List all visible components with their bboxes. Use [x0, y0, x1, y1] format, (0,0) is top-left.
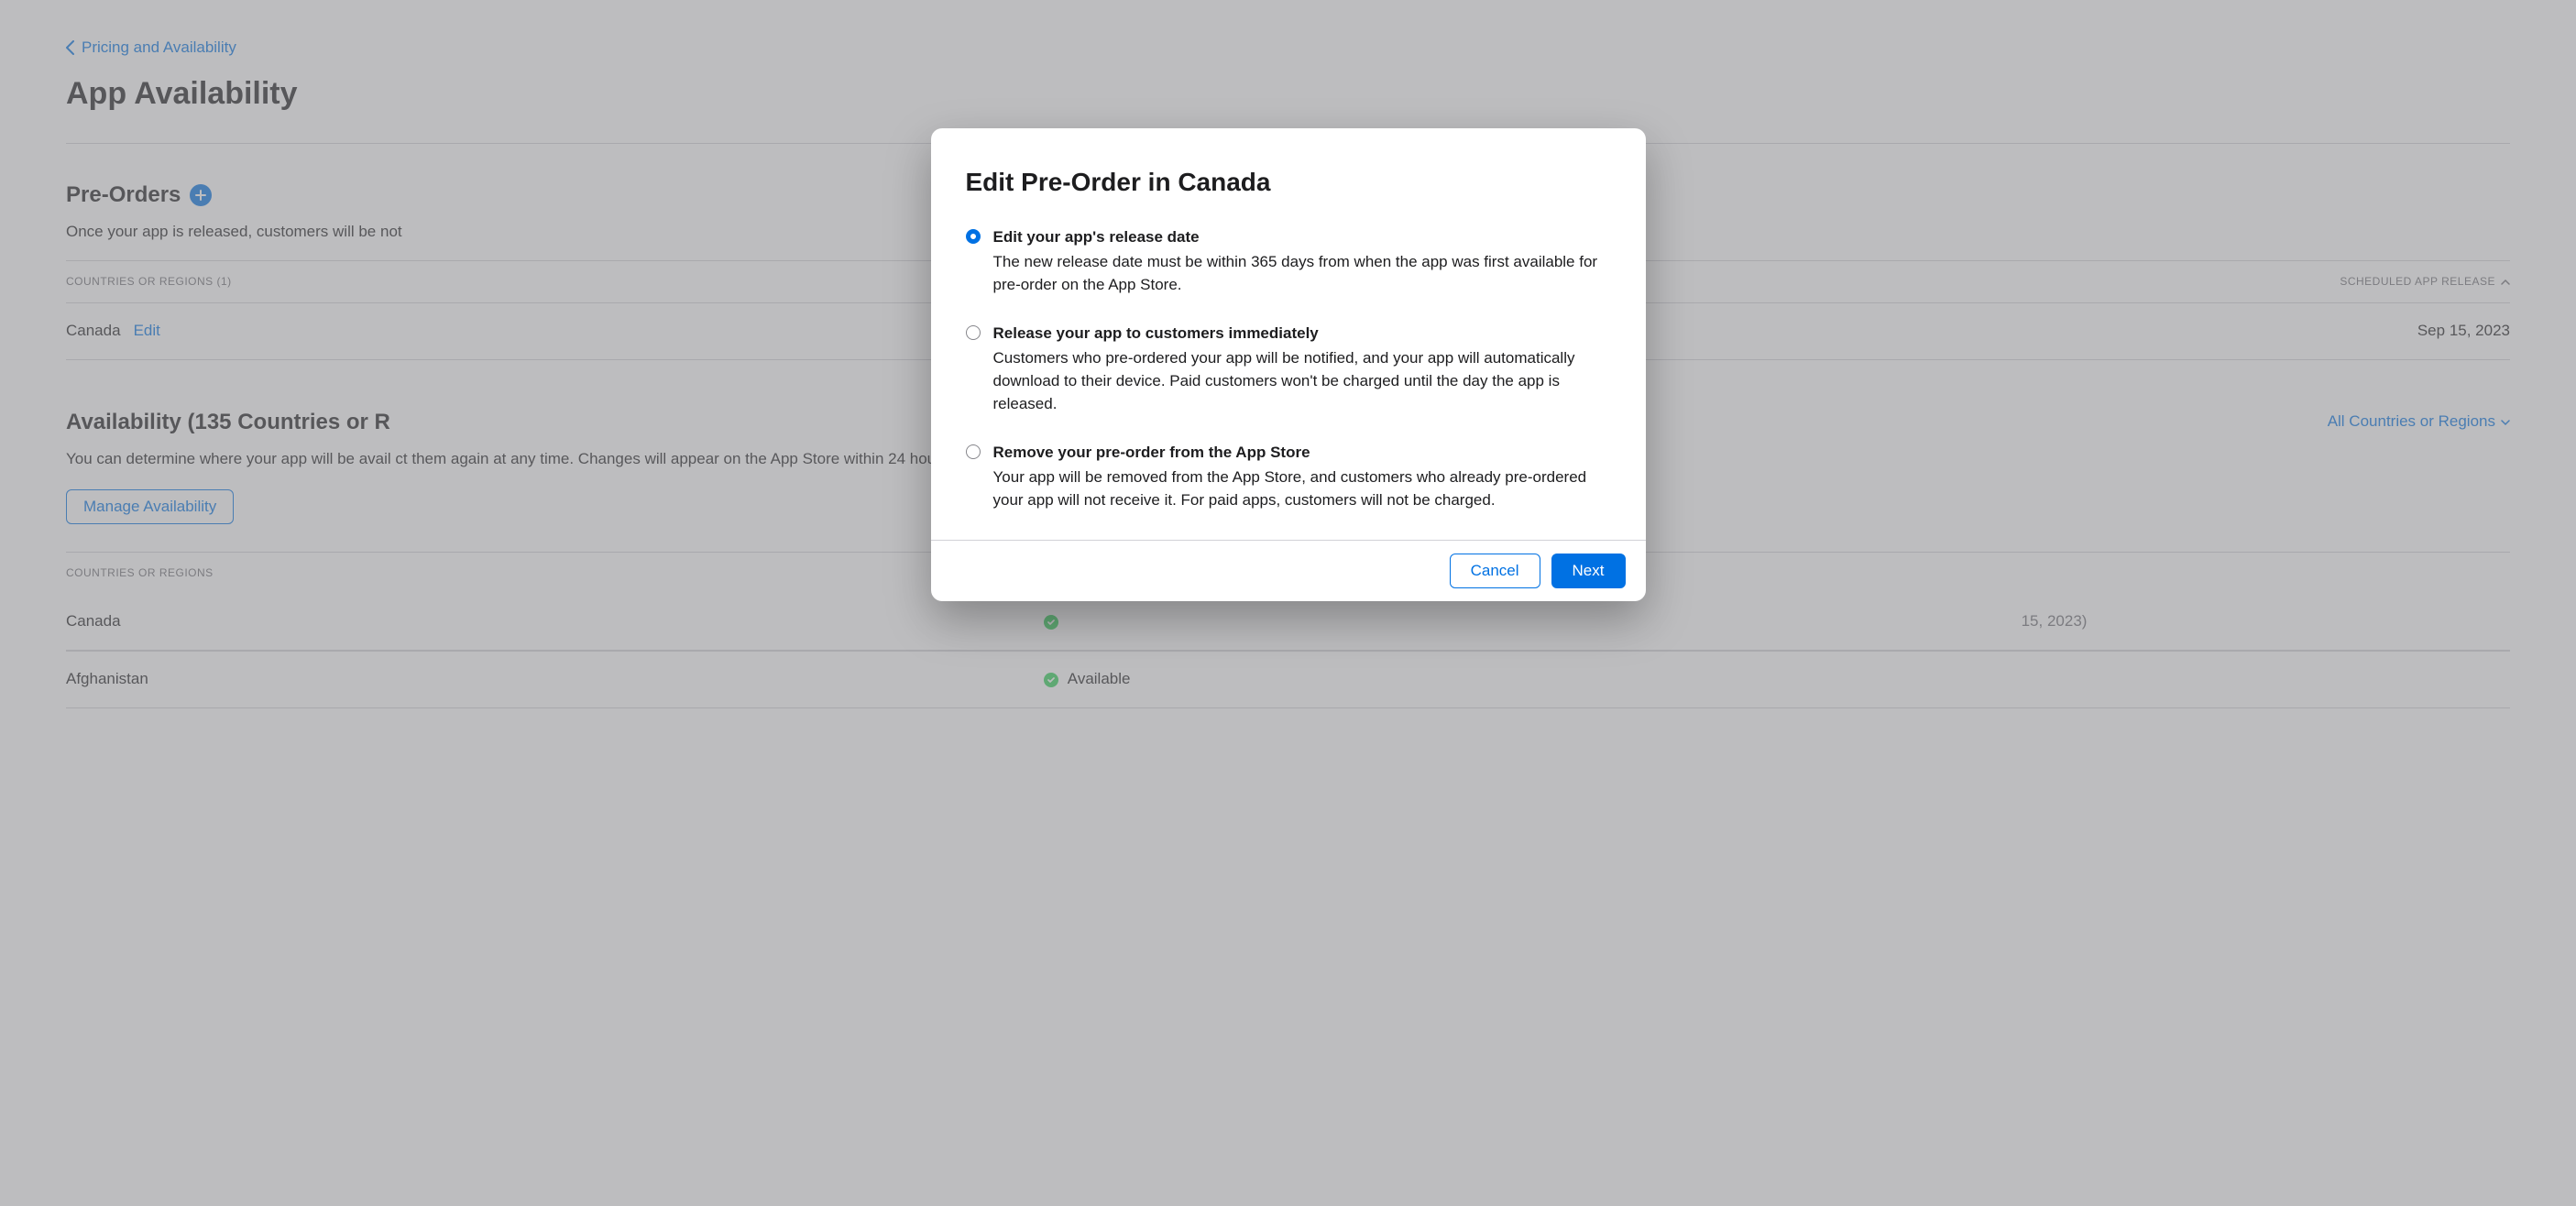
- radio-option-remove[interactable]: Remove your pre-order from the App Store…: [966, 442, 1611, 512]
- radio-label: Edit your app's release date: [993, 226, 1611, 249]
- radio-option-release-now[interactable]: Release your app to customers immediatel…: [966, 323, 1611, 416]
- modal-title: Edit Pre-Order in Canada: [966, 163, 1611, 201]
- radio-icon: [966, 444, 981, 459]
- radio-description: Your app will be removed from the App St…: [993, 466, 1611, 512]
- radio-description: The new release date must be within 365 …: [993, 251, 1611, 297]
- next-button[interactable]: Next: [1551, 554, 1626, 588]
- radio-icon: [966, 229, 981, 244]
- radio-description: Customers who pre-ordered your app will …: [993, 347, 1611, 416]
- modal-footer: Cancel Next: [931, 540, 1646, 601]
- modal-overlay[interactable]: Edit Pre-Order in Canada Edit your app's…: [0, 0, 2576, 1206]
- radio-option-edit-date[interactable]: Edit your app's release date The new rel…: [966, 226, 1611, 297]
- radio-icon: [966, 325, 981, 340]
- edit-preorder-modal: Edit Pre-Order in Canada Edit your app's…: [931, 128, 1646, 601]
- radio-label: Remove your pre-order from the App Store: [993, 442, 1611, 465]
- radio-label: Release your app to customers immediatel…: [993, 323, 1611, 345]
- cancel-button[interactable]: Cancel: [1450, 554, 1540, 588]
